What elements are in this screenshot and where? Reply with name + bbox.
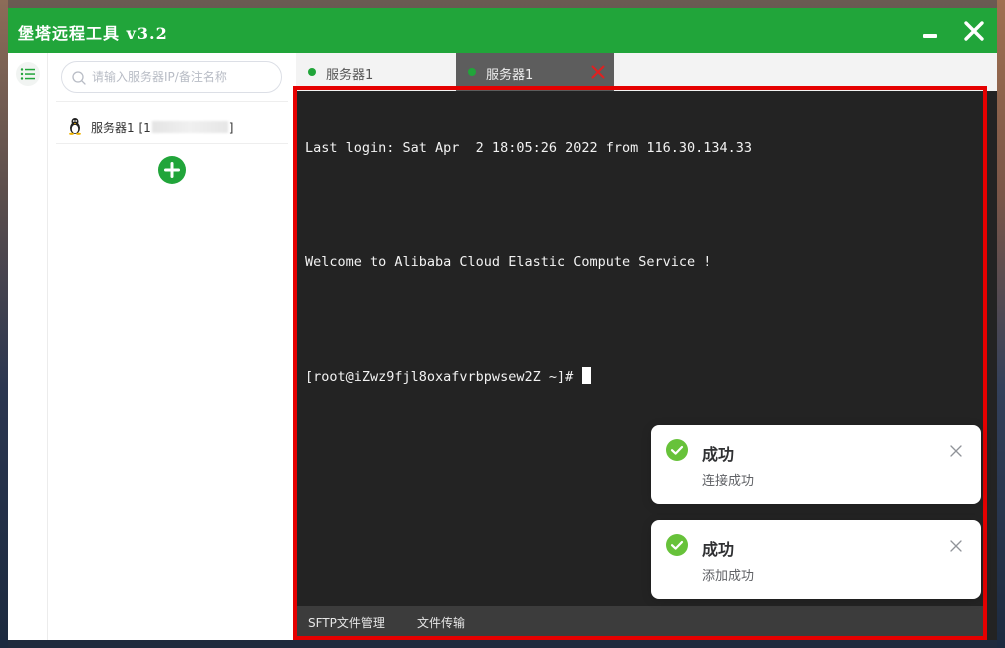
tab-close-icon[interactable] xyxy=(590,64,606,80)
terminal-line: Last login: Sat Apr 2 18:05:26 2022 from… xyxy=(305,140,753,156)
desktop-background-left xyxy=(0,0,8,648)
tab-label: 服务器1 xyxy=(326,68,374,83)
terminal-prompt: [root@iZwz9fjl8oxafvrbpwsew2Z ~]# xyxy=(305,369,582,385)
terminal-bottom-bar: SFTP文件管理 文件传输 xyxy=(293,606,987,636)
terminal-cursor xyxy=(582,367,592,384)
server-label-prefix: 服务器1 [1 xyxy=(91,121,151,135)
server-list-menu-button[interactable] xyxy=(16,62,40,86)
title-bar[interactable]: 堡塔远程工具 v3.2 xyxy=(8,8,997,53)
divider xyxy=(56,101,288,102)
sftp-file-manager-button[interactable]: SFTP文件管理 xyxy=(308,614,385,631)
file-transfer-button[interactable]: 文件传输 xyxy=(417,614,465,631)
close-icon xyxy=(964,21,984,41)
search-icon xyxy=(72,71,86,85)
linux-penguin-icon xyxy=(69,118,81,135)
notification-title: 成功 xyxy=(702,540,735,559)
notification-message: 连接成功 xyxy=(702,474,755,489)
notification-message: 添加成功 xyxy=(702,569,755,584)
success-check-icon xyxy=(666,534,688,556)
tab-server-1-active[interactable]: 服务器1 xyxy=(456,53,614,91)
connection-status-dot xyxy=(308,68,316,76)
server-search-box[interactable] xyxy=(61,61,282,93)
close-notification-icon[interactable] xyxy=(949,444,963,458)
success-notification: 成功 添加成功 xyxy=(651,520,981,599)
tab-label: 服务器1 xyxy=(486,68,534,83)
notification-title: 成功 xyxy=(702,445,735,464)
left-toolbar xyxy=(8,53,48,640)
session-tab-bar: 服务器1 服务器1 xyxy=(296,53,997,91)
divider xyxy=(56,143,288,144)
terminal-prompt-line: [root@iZwz9fjl8oxafvrbpwsew2Z ~]# xyxy=(305,367,985,386)
close-notification-icon[interactable] xyxy=(949,539,963,553)
add-server-button[interactable] xyxy=(158,156,186,184)
window-title: 堡塔远程工具 v3.2 xyxy=(18,24,168,43)
search-input[interactable] xyxy=(92,67,277,87)
close-window-button[interactable] xyxy=(960,17,988,45)
connection-status-dot xyxy=(468,68,476,76)
redacted-ip xyxy=(151,121,228,133)
success-check-icon xyxy=(666,439,688,461)
server-list-item[interactable]: 服务器1 [1] xyxy=(56,110,288,144)
server-sidebar: 服务器1 [1] xyxy=(48,53,296,640)
terminal-line: Welcome to Alibaba Cloud Elastic Compute… xyxy=(305,254,712,270)
tab-server-1[interactable]: 服务器1 xyxy=(296,53,456,91)
desktop-background-right xyxy=(997,0,1005,648)
minimize-button[interactable] xyxy=(916,17,944,45)
server-label-suffix: ] xyxy=(228,121,234,135)
success-notification: 成功 连接成功 xyxy=(651,425,981,504)
list-icon xyxy=(20,68,35,80)
minimize-icon xyxy=(923,34,937,38)
server-item-label: 服务器1 [1] xyxy=(91,119,233,136)
